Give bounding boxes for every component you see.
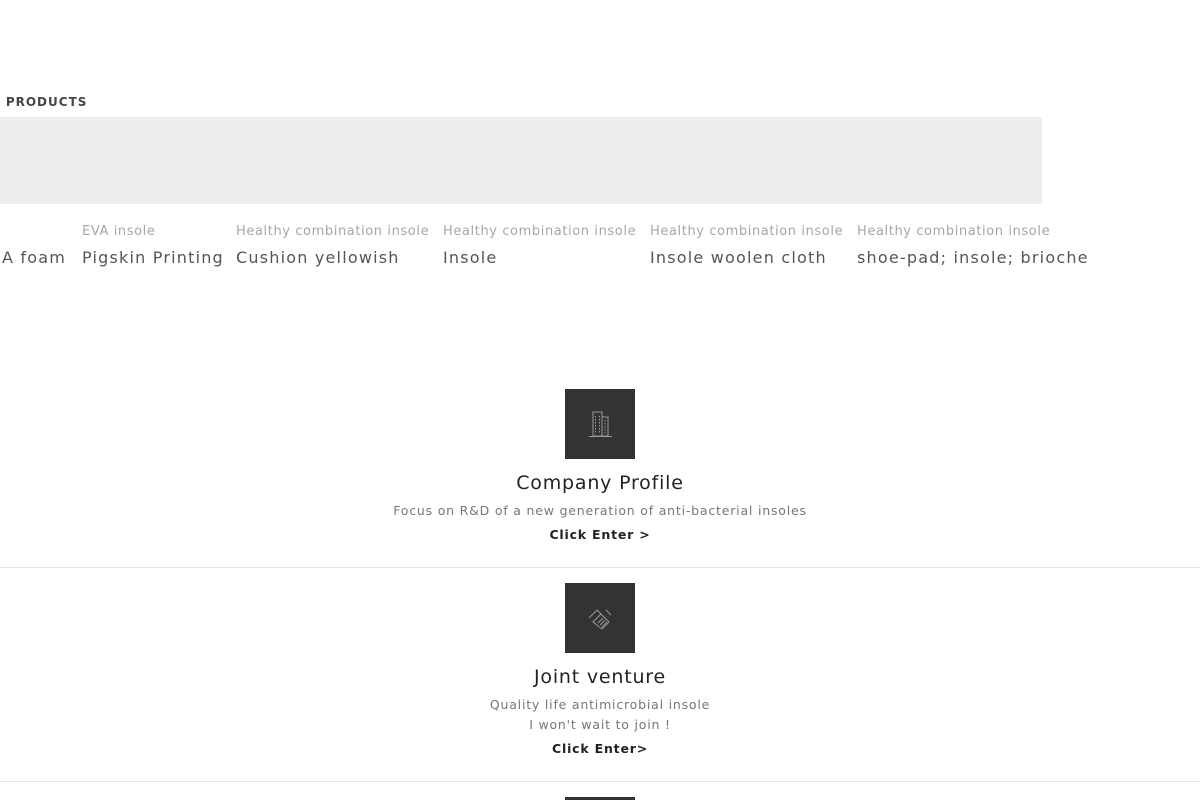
- product-item[interactable]: Healthy combination insole Insole woolen…: [650, 224, 843, 268]
- company-profile-description: Focus on R&D of a new generation of anti…: [393, 503, 807, 518]
- joint-venture-tagline: I won't wait to join !: [529, 717, 671, 732]
- product-item[interactable]: Healthy combination insole Insole: [443, 224, 636, 268]
- joint-venture-tile[interactable]: [565, 583, 635, 653]
- product-name[interactable]: Pigskin Printing: [82, 248, 224, 268]
- product-category: Healthy combination insole: [236, 224, 430, 239]
- building-icon: [589, 411, 612, 437]
- product-category: Healthy combination insole: [443, 224, 637, 239]
- joint-venture-description: Quality life antimicrobial insole: [489, 697, 711, 712]
- section-divider: [0, 567, 1200, 568]
- product-name[interactable]: Cushion yellowish: [236, 248, 429, 268]
- product-item[interactable]: A foam: [2, 224, 66, 268]
- product-item[interactable]: Healthy combination insole shoe-pad; ins…: [857, 224, 1089, 268]
- joint-venture-title: Joint venture: [534, 666, 666, 688]
- product-name[interactable]: Insole woolen cloth: [650, 248, 843, 268]
- section-divider: [0, 781, 1200, 782]
- product-category: [2, 224, 66, 240]
- section-title: L PRODUCTS: [0, 95, 88, 109]
- product-name[interactable]: A foam: [2, 248, 66, 268]
- product-category: Healthy combination insole: [857, 224, 1051, 239]
- product-banner: [0, 117, 1042, 204]
- company-profile-enter-link[interactable]: Click Enter >: [549, 527, 650, 542]
- joint-venture-block: Joint venture Quality life antimicrobial…: [0, 583, 1200, 757]
- product-item[interactable]: Healthy combination insole Cushion yello…: [236, 224, 429, 268]
- product-item[interactable]: EVA insole Pigskin Printing: [82, 224, 224, 268]
- product-name[interactable]: shoe-pad; insole; brioche: [857, 248, 1089, 268]
- product-name[interactable]: Insole: [443, 248, 636, 268]
- product-category: EVA insole: [82, 224, 156, 239]
- company-profile-tile[interactable]: [565, 389, 635, 459]
- company-profile-title: Company Profile: [516, 472, 684, 494]
- company-profile-block: Company Profile Focus on R&D of a new ge…: [0, 389, 1200, 543]
- handshake-icon: [588, 609, 612, 630]
- joint-venture-enter-link[interactable]: Click Enter>: [552, 741, 648, 756]
- product-category: Healthy combination insole: [650, 224, 844, 239]
